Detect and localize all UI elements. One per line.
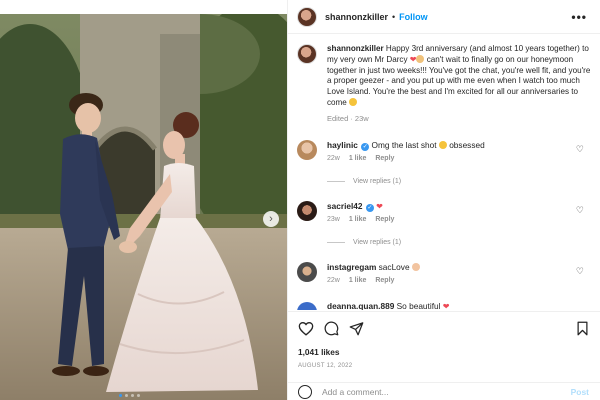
avatar[interactable]	[297, 302, 317, 310]
post-actions: 1,041 likes AUGUST 12, 2022 Post	[288, 311, 600, 400]
comment-likes[interactable]: 1 like	[349, 277, 367, 284]
follow-button[interactable]: Follow	[399, 12, 428, 22]
verified-badge-icon: ✓	[365, 204, 374, 212]
author-username[interactable]: shannonzkiller	[325, 12, 388, 22]
like-comment-heart-icon[interactable]: ♡	[576, 205, 584, 216]
heart-emoji-icon: ❤	[442, 302, 450, 310]
action-icons	[298, 321, 364, 336]
view-replies-button[interactable]: View replies (1)	[327, 178, 401, 185]
reply-button[interactable]: Reply	[375, 277, 394, 284]
caption-username[interactable]: shannonzkiller	[327, 44, 384, 53]
comment-text: sacLove	[378, 262, 410, 272]
carousel-dot	[131, 394, 134, 397]
divider	[327, 242, 345, 243]
carousel-dot	[125, 394, 128, 397]
view-replies-button[interactable]: View replies (1)	[327, 239, 401, 246]
comment-text: So beautiful	[396, 301, 441, 310]
ok-hand-emoji-icon	[411, 263, 420, 271]
more-options-icon[interactable]: •••	[571, 10, 587, 24]
carousel-dot	[119, 394, 122, 397]
share-paper-plane-icon[interactable]	[349, 321, 364, 336]
likes-count[interactable]: 1,041 likes	[298, 347, 340, 357]
comment: instagregam sacLove 22w 1 like Reply ♡	[297, 262, 592, 284]
comment-body: haylinic ✓ Omg the last shot obsessed	[327, 140, 592, 151]
comment-username[interactable]: instagregam	[327, 262, 376, 272]
avatar[interactable]	[297, 201, 317, 221]
like-heart-icon[interactable]	[298, 321, 314, 336]
comment-bubble-icon[interactable]	[324, 321, 339, 336]
comment-username[interactable]: sacriel42	[327, 201, 363, 211]
couple-emoji-icon	[416, 54, 425, 63]
comment-username[interactable]: haylinic	[327, 140, 358, 150]
add-comment-bar: Post	[288, 382, 600, 400]
comment-likes[interactable]: 1 like	[349, 216, 367, 223]
comment-time: 22w	[327, 155, 340, 162]
smiling-face-emoji-icon	[349, 97, 358, 106]
divider	[327, 181, 345, 182]
comment-text: Omg the last shot	[371, 140, 437, 150]
comment-time: 22w	[327, 277, 340, 284]
chevron-right-icon: ›	[269, 212, 273, 225]
comment: haylinic ✓ Omg the last shot obsessed 22…	[297, 140, 592, 162]
next-image-button[interactable]: ›	[263, 211, 279, 227]
heart-emoji-icon: ❤	[376, 202, 383, 211]
heart-emoji-icon: ❤	[409, 54, 417, 64]
comment: sacriel42 ✓ ❤ 23w 1 like Reply ♡	[297, 201, 592, 223]
post-header: shannonzkiller • Follow •••	[288, 0, 600, 34]
save-bookmark-icon[interactable]	[576, 321, 589, 336]
post-caption: shannonzkiller Happy 3rd anniversary (an…	[297, 44, 592, 123]
like-comment-heart-icon[interactable]: ♡	[576, 266, 584, 277]
post-date: AUGUST 12, 2022	[298, 363, 353, 369]
post-photo[interactable]: ›	[0, 14, 287, 400]
avatar[interactable]	[297, 6, 317, 27]
comment-likes[interactable]: 1 like	[349, 155, 367, 162]
comment-body: deanna.quan.889 So beautiful ❤	[327, 301, 449, 310]
emoji-picker-icon[interactable]	[298, 385, 312, 399]
comment-meta: 22w 1 like Reply	[327, 155, 592, 162]
verified-badge-icon: ✓	[361, 143, 370, 151]
carousel-dot	[137, 394, 140, 397]
heart-eyes-emoji-icon	[438, 141, 447, 149]
view-replies-label: View replies (1)	[353, 178, 402, 185]
avatar[interactable]	[297, 262, 317, 282]
like-comment-heart-icon[interactable]: ♡	[576, 144, 584, 155]
comment: deanna.quan.889 So beautiful ❤	[297, 300, 592, 310]
comment-text-after: obsessed	[449, 140, 485, 150]
wedding-photo-image	[0, 14, 287, 400]
caption-meta: Edited · 23w	[327, 113, 369, 123]
separator-dot: •	[392, 11, 396, 22]
avatar[interactable]	[297, 44, 317, 64]
reply-button[interactable]: Reply	[375, 155, 394, 162]
avatar[interactable]	[297, 140, 317, 160]
comment-username[interactable]: deanna.quan.889	[327, 301, 394, 310]
instagram-post-view: › shannonzkiller • Follow ••• shannonzki…	[0, 0, 600, 400]
caption-text: shannonzkiller Happy 3rd anniversary (an…	[327, 44, 592, 109]
reply-button[interactable]: Reply	[375, 216, 394, 223]
comment-meta: 22w 1 like Reply	[327, 277, 592, 284]
carousel-indicator	[119, 394, 140, 397]
comment-time: 23w	[327, 216, 340, 223]
comment-body: instagregam sacLove	[327, 262, 592, 273]
post-details-panel: shannonzkiller • Follow ••• shannonzkill…	[287, 0, 600, 400]
comment-input[interactable]	[322, 387, 552, 397]
post-comment-button[interactable]: Post	[571, 387, 589, 397]
view-replies-label: View replies (1)	[353, 239, 402, 246]
comment-meta: 23w 1 like Reply	[327, 216, 592, 223]
comment-body: sacriel42 ✓ ❤	[327, 201, 592, 212]
